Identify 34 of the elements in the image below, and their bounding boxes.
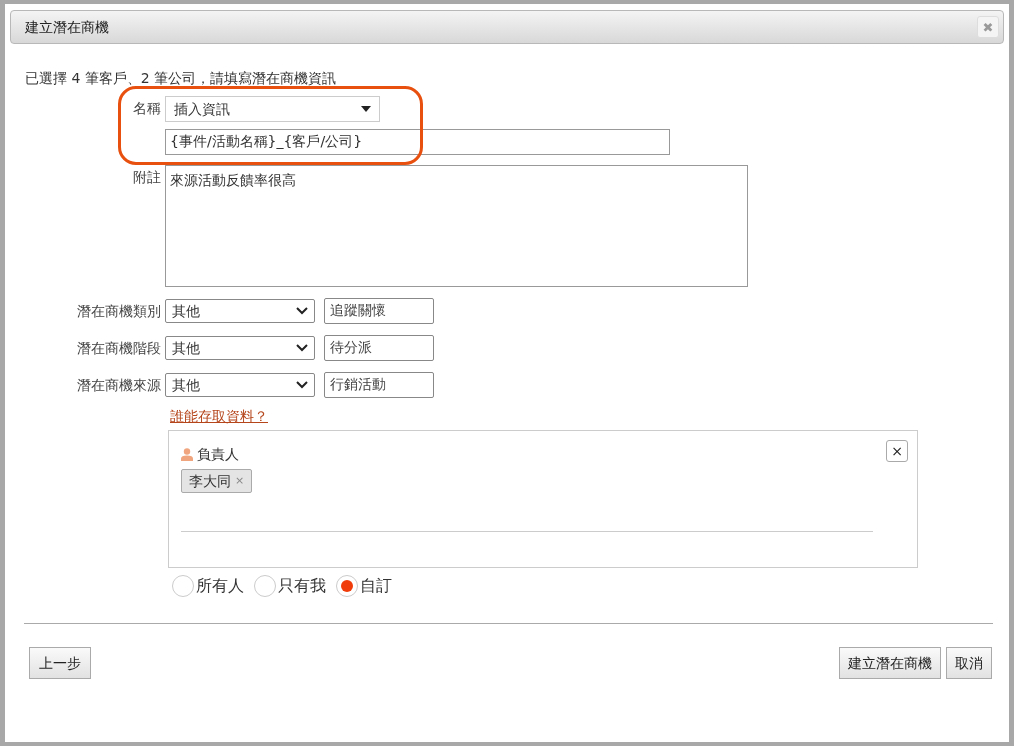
select-dropdown[interactable]: 其他 (165, 336, 315, 360)
caret-icon (361, 106, 371, 112)
intro-text: 已選擇 4 筆客戶、2 筆公司，請填寫潛在商機資訊 (25, 70, 337, 86)
text-input[interactable]: 追蹤關懷 (324, 298, 434, 324)
radio-button[interactable] (172, 575, 194, 597)
create-button[interactable]: 建立潛在商機 (839, 647, 941, 679)
note-textarea[interactable]: 來源活動反饋率很高 (165, 165, 748, 287)
chevron-down-icon (296, 307, 308, 315)
radio-label: 只有我 (278, 575, 326, 597)
back-button[interactable]: 上一步 (29, 647, 91, 679)
access-link[interactable]: 誰能存取資料？ (170, 408, 268, 424)
radio-label: 自訂 (360, 575, 392, 597)
tag-label: 李大同 (189, 471, 231, 491)
text-input[interactable]: 行銷活動 (324, 372, 434, 398)
field-label: 潛在商機類別 (77, 303, 161, 319)
window-title: 建立潛在商機 (25, 17, 109, 37)
chevron-down-icon (296, 381, 308, 389)
text-input[interactable]: 待分派 (324, 335, 434, 361)
cancel-button[interactable]: 取消 (946, 647, 992, 679)
field-label: 潛在商機階段 (77, 340, 161, 356)
person-icon (181, 448, 193, 461)
select-dropdown[interactable]: 其他 (165, 373, 315, 397)
radio-label: 所有人 (196, 575, 244, 597)
radio-button[interactable] (254, 575, 276, 597)
field-label: 名稱 (133, 100, 161, 116)
role-label: 負責人 (197, 445, 239, 464)
field-label: 潛在商機來源 (77, 377, 161, 393)
radio-button[interactable] (336, 575, 358, 597)
chevron-down-icon (296, 344, 308, 352)
insert-info-dropdown[interactable]: 插入資訊 (165, 96, 380, 122)
name-input[interactable]: {事件/活動名稱}_{客戶/公司} (165, 129, 670, 155)
close-button[interactable]: × (886, 440, 908, 462)
select-dropdown[interactable]: 其他 (165, 299, 315, 323)
field-label: 附註 (133, 169, 161, 185)
